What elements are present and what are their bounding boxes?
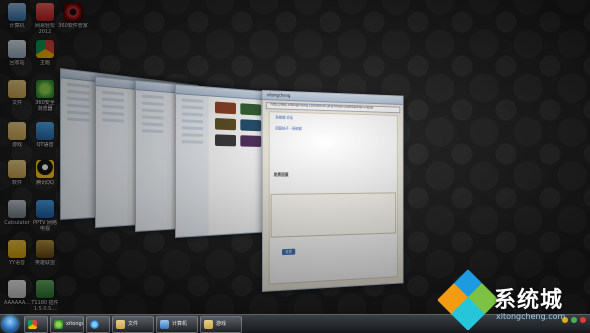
taskbar-button-files[interactable]: 文件 bbox=[112, 316, 154, 333]
taskbar-button-label: 文件 bbox=[128, 321, 139, 327]
start-button[interactable] bbox=[2, 316, 18, 332]
ie-icon bbox=[90, 320, 99, 329]
flip3d-window-stack: xitongcheng http://bbs.xitongcheng.com/f… bbox=[40, 50, 460, 292]
taskbar-button-label: xitongcheng bbox=[66, 321, 83, 327]
taskbar-button-ie[interactable] bbox=[86, 316, 110, 333]
browser-360-icon bbox=[54, 320, 63, 329]
folder-icon bbox=[204, 320, 213, 329]
desktop-icon-netease-music[interactable]: 网易轻松 2012 bbox=[30, 3, 60, 35]
window-nav-pane bbox=[96, 86, 131, 227]
window-nav-pane bbox=[61, 78, 97, 219]
desktop-icon-label: 计算机 bbox=[9, 23, 25, 29]
desktop-icon-label: 回收站 bbox=[9, 60, 25, 66]
desktop-icon-label: AAAAAA... bbox=[4, 300, 30, 306]
eye-icon bbox=[64, 3, 82, 21]
section-title: 发表回复 bbox=[273, 171, 289, 177]
desktop-icon-label: Calculator bbox=[4, 220, 30, 226]
submit-button[interactable]: 发表 bbox=[282, 248, 296, 256]
desktop-icon-label: 游戏 bbox=[11, 142, 22, 148]
folder-icon bbox=[8, 122, 26, 140]
window-nav-pane bbox=[175, 94, 210, 237]
taskbar-button-browser[interactable]: xitongcheng bbox=[50, 316, 84, 333]
desktop-background: 计算机 回收站 文件 游戏 软件 Calculator YY语音 AAAAAA.… bbox=[0, 0, 590, 314]
taskbar-button-computer[interactable]: 计算机 bbox=[156, 316, 198, 333]
desktop-icon-label: 360软件管家 bbox=[58, 23, 88, 29]
reply-editor[interactable] bbox=[270, 192, 397, 238]
desktop-icon-recycle-bin[interactable]: 回收站 bbox=[2, 40, 32, 66]
yy-icon bbox=[8, 240, 26, 258]
desktop-icon-folder-files[interactable]: 文件 bbox=[2, 80, 32, 106]
desktop-icon-label: 网易轻松 2012 bbox=[34, 23, 55, 35]
music-icon bbox=[36, 3, 54, 21]
chrome-icon bbox=[28, 320, 37, 329]
watermark-brand: 系统城 bbox=[494, 288, 564, 313]
file-icon bbox=[8, 280, 26, 298]
desktop-icon-360-software[interactable]: 360软件管家 bbox=[58, 3, 88, 29]
page-link[interactable]: 系统城 论坛 bbox=[275, 115, 293, 120]
desktop-icon-computer[interactable]: 计算机 bbox=[2, 3, 32, 29]
recycle-bin-icon bbox=[8, 40, 26, 58]
computer-icon bbox=[8, 3, 26, 21]
calculator-icon bbox=[8, 200, 26, 218]
folder-icon bbox=[116, 320, 125, 329]
computer-icon bbox=[160, 320, 169, 329]
taskbar-button-label: 游戏 bbox=[216, 321, 227, 327]
desktop-icon-yy[interactable]: YY语音 bbox=[2, 240, 32, 266]
folder-icon bbox=[8, 160, 26, 178]
desktop-icon-label: 软件 bbox=[11, 180, 22, 186]
desktop-icon-folder-software[interactable]: 软件 bbox=[2, 160, 32, 186]
desktop-icon-calculator[interactable]: Calculator bbox=[2, 200, 32, 226]
taskbar-button-chrome[interactable] bbox=[24, 316, 48, 333]
desktop-icon-folder-games[interactable]: 游戏 bbox=[2, 122, 32, 148]
watermark-logo: 系统城 xitongcheng.com bbox=[437, 269, 588, 331]
window-nav-pane bbox=[135, 90, 171, 231]
folder-icon bbox=[8, 80, 26, 98]
window-title: xitongcheng bbox=[266, 92, 291, 99]
page-link[interactable]: 回复帖子 - 系统城 bbox=[275, 126, 301, 131]
taskbar-button-label: 计算机 bbox=[172, 321, 188, 327]
desktop-icon-label: 文件 bbox=[11, 100, 22, 106]
desktop-icon-file-aaaaaa[interactable]: AAAAAA... bbox=[2, 280, 32, 306]
desktop-icon-label: T1180 插件 1.5.0.S... bbox=[31, 300, 59, 312]
watermark-url: xitongcheng.com bbox=[496, 312, 566, 321]
desktop-icon-label: YY语音 bbox=[8, 260, 26, 266]
flip3d-window-browser[interactable]: xitongcheng http://bbs.xitongcheng.com/f… bbox=[262, 90, 404, 292]
taskbar-button-games[interactable]: 游戏 bbox=[200, 316, 242, 333]
